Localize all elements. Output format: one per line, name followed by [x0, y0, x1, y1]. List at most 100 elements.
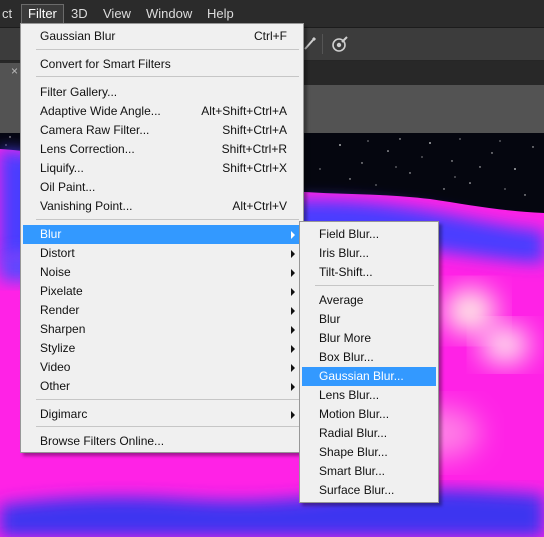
filter-menu-item-label: Distort [40, 246, 75, 260]
blur-submenu-item[interactable]: Surface Blur... [302, 481, 436, 500]
filter-submenu-stylize[interactable]: Stylize [23, 339, 301, 358]
blur-submenu-item[interactable]: Iris Blur... [302, 244, 436, 263]
filter-submenu-other[interactable]: Other [23, 377, 301, 396]
filter-submenu-render[interactable]: Render [23, 301, 301, 320]
filter-menu-item-shortcut: Shift+Ctrl+X [222, 161, 287, 175]
menu-help[interactable]: Help [201, 4, 240, 24]
blur-submenu-item[interactable]: Tilt-Shift... [302, 263, 436, 282]
filter-menu-item[interactable]: Filter Gallery... [23, 83, 301, 102]
filter-menu-item-label: Camera Raw Filter... [40, 123, 150, 137]
submenu-arrow-icon [291, 364, 295, 372]
pressure-size-icon[interactable] [331, 35, 349, 53]
filter-menu-item-label: Adaptive Wide Angle... [40, 104, 161, 118]
menu-window[interactable]: Window [140, 4, 198, 24]
menu-divider [36, 76, 299, 77]
filter-menu-item-label: Pixelate [40, 284, 83, 298]
filter-menu-item-label: Vanishing Point... [40, 199, 133, 213]
blur-submenu-item-gaussian-blur[interactable]: Gaussian Blur... [302, 367, 436, 386]
menu-select-partial[interactable]: ct [0, 4, 18, 24]
filter-menu-item[interactable]: Adaptive Wide Angle... Alt+Shift+Ctrl+A [23, 102, 301, 121]
filter-submenu-video[interactable]: Video [23, 358, 301, 377]
menu-3d[interactable]: 3D [65, 4, 94, 24]
filter-menu-item-label: Video [40, 360, 71, 374]
blur-submenu-item[interactable]: Field Blur... [302, 225, 436, 244]
blur-submenu-item[interactable]: Radial Blur... [302, 424, 436, 443]
blur-submenu: Field Blur... Iris Blur... Tilt-Shift...… [299, 221, 439, 503]
filter-menu-item-label: Filter Gallery... [40, 85, 118, 99]
blur-submenu-item-label: Iris Blur... [319, 246, 370, 260]
submenu-arrow-icon [291, 411, 295, 419]
filter-menu-item-label: Blur [40, 227, 62, 241]
blur-submenu-item-label: Surface Blur... [319, 483, 395, 497]
menu-filter[interactable]: Filter [21, 4, 64, 24]
filter-submenu-distort[interactable]: Distort [23, 244, 301, 263]
filter-submenu-noise[interactable]: Noise [23, 263, 301, 282]
filter-menu-item-label: Digimarc [40, 407, 88, 421]
blur-submenu-item[interactable]: Motion Blur... [302, 405, 436, 424]
submenu-arrow-icon [291, 231, 295, 239]
blur-submenu-item[interactable]: Box Blur... [302, 348, 436, 367]
filter-menu-item[interactable]: Liquify... Shift+Ctrl+X [23, 159, 301, 178]
filter-menu-item[interactable]: Convert for Smart Filters [23, 55, 301, 74]
blur-submenu-item[interactable]: Shape Blur... [302, 443, 436, 462]
menu-view[interactable]: View [97, 4, 137, 24]
menu-divider [36, 426, 299, 427]
filter-submenu-digimarc[interactable]: Digimarc [23, 405, 301, 424]
filter-menu-item[interactable]: Oil Paint... [23, 178, 301, 197]
blur-submenu-item-label: Average [319, 293, 364, 307]
blur-submenu-item-label: Blur More [319, 331, 372, 345]
filter-menu-item-shortcut: Alt+Ctrl+V [232, 199, 287, 213]
submenu-arrow-icon [291, 326, 295, 334]
close-icon[interactable]: × [11, 64, 18, 78]
blur-submenu-item-label: Field Blur... [319, 227, 380, 241]
filter-submenu-pixelate[interactable]: Pixelate [23, 282, 301, 301]
blur-submenu-item[interactable]: Smart Blur... [302, 462, 436, 481]
submenu-arrow-icon [291, 250, 295, 258]
filter-submenu-blur[interactable]: Blur [23, 225, 301, 244]
submenu-arrow-icon [291, 383, 295, 391]
filter-menu-item-label: Other [40, 379, 71, 393]
blur-submenu-item-label: Smart Blur... [319, 464, 386, 478]
filter-menu-item-shortcut: Ctrl+F [254, 29, 287, 43]
filter-menu-item-label: Stylize [40, 341, 76, 355]
filter-menu: Gaussian Blur Ctrl+F Convert for Smart F… [20, 23, 304, 453]
filter-menu-item[interactable]: Browse Filters Online... [23, 432, 301, 451]
blur-submenu-item[interactable]: Average [302, 291, 436, 310]
submenu-arrow-icon [291, 269, 295, 277]
toolbar-separator [322, 34, 323, 54]
blur-submenu-item[interactable]: Blur [302, 310, 436, 329]
filter-menu-item-label: Render [40, 303, 80, 317]
filter-menu-item-label: Convert for Smart Filters [40, 57, 171, 71]
submenu-arrow-icon [291, 288, 295, 296]
blur-submenu-item-label: Gaussian Blur... [319, 369, 404, 383]
menu-divider [315, 285, 434, 286]
blur-submenu-item-label: Shape Blur... [319, 445, 388, 459]
filter-menu-item-shortcut: Shift+Ctrl+A [222, 123, 287, 137]
filter-menu-item-label: Noise [40, 265, 71, 279]
blur-submenu-item[interactable]: Lens Blur... [302, 386, 436, 405]
filter-menu-item[interactable]: Gaussian Blur Ctrl+F [23, 27, 301, 46]
filter-submenu-sharpen[interactable]: Sharpen [23, 320, 301, 339]
filter-menu-item-shortcut: Shift+Ctrl+R [221, 142, 287, 156]
filter-menu-item-label: Lens Correction... [40, 142, 135, 156]
filter-menu-item-label: Sharpen [40, 322, 86, 336]
menu-divider [36, 49, 299, 50]
blur-submenu-item-label: Box Blur... [319, 350, 374, 364]
menu-divider [36, 219, 299, 220]
blur-submenu-item-label: Tilt-Shift... [319, 265, 373, 279]
submenu-arrow-icon [291, 345, 295, 353]
blur-submenu-item-label: Lens Blur... [319, 388, 380, 402]
submenu-arrow-icon [291, 307, 295, 315]
filter-menu-item[interactable]: Camera Raw Filter... Shift+Ctrl+A [23, 121, 301, 140]
menu-divider [36, 399, 299, 400]
filter-menu-item[interactable]: Vanishing Point... Alt+Ctrl+V [23, 197, 301, 216]
filter-menu-item-label: Liquify... [40, 161, 84, 175]
filter-menu-item-label: Browse Filters Online... [40, 434, 165, 448]
blur-submenu-item-label: Motion Blur... [319, 407, 390, 421]
filter-menu-item-label: Oil Paint... [40, 180, 96, 194]
filter-menu-item[interactable]: Lens Correction... Shift+Ctrl+R [23, 140, 301, 159]
blur-submenu-item-label: Radial Blur... [319, 426, 388, 440]
blur-submenu-item[interactable]: Blur More [302, 329, 436, 348]
filter-menu-item-shortcut: Alt+Shift+Ctrl+A [201, 104, 287, 118]
blur-submenu-item-label: Blur [319, 312, 341, 326]
